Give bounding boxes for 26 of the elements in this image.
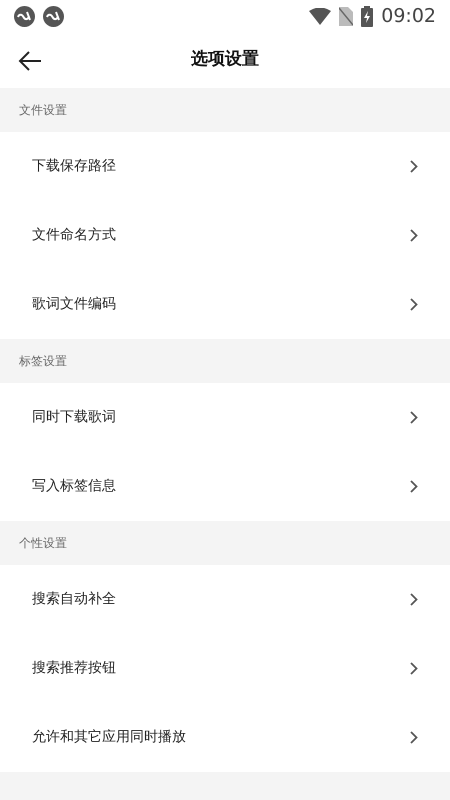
section-header: 标签设置 xyxy=(19,353,67,370)
wifi-icon xyxy=(309,8,332,24)
no-sim-icon xyxy=(339,6,354,26)
settings-item[interactable]: 文件命名方式 xyxy=(0,201,450,270)
battery-charging-icon xyxy=(361,6,374,26)
section-header: 文件设置 xyxy=(19,102,67,119)
chevron-right-icon xyxy=(410,298,418,311)
chevron-right-icon xyxy=(410,593,418,606)
clock-time: 09:02 xyxy=(381,4,436,29)
settings-item[interactable]: 搜索自动补全 xyxy=(0,565,450,634)
section-header: 个性设置 xyxy=(19,535,67,552)
page-title: 选项设置 xyxy=(191,48,259,72)
chevron-right-icon xyxy=(410,731,418,744)
settings-item[interactable]: 允许和其它应用同时播放 xyxy=(0,703,450,772)
app-notification-icon xyxy=(43,6,64,26)
chevron-right-icon xyxy=(410,229,418,242)
settings-item[interactable]: 下载保存路径 xyxy=(0,132,450,201)
chevron-right-icon xyxy=(410,411,418,424)
chevron-right-icon xyxy=(410,480,418,493)
settings-item[interactable]: 同时下载歌词 xyxy=(0,383,450,452)
chevron-right-icon xyxy=(410,160,418,173)
chevron-right-icon xyxy=(410,662,418,675)
settings-item[interactable]: 搜索推荐按钮 xyxy=(0,634,450,703)
app-notification-icon xyxy=(14,6,35,26)
settings-item[interactable]: 写入标签信息 xyxy=(0,452,450,521)
settings-item[interactable]: 歌词文件编码 xyxy=(0,270,450,339)
